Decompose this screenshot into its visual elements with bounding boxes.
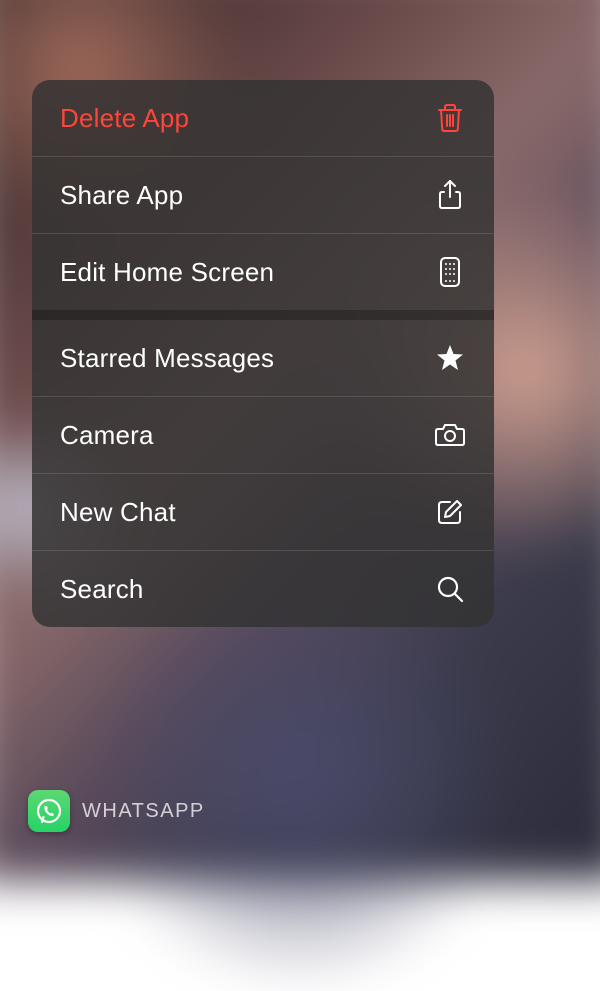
star-icon (434, 342, 466, 374)
menu-item-label: Camera (60, 420, 154, 451)
menu-item-search[interactable]: Search (32, 551, 494, 627)
menu-item-share-app[interactable]: Share App (32, 157, 494, 234)
whatsapp-icon (28, 790, 70, 832)
trash-icon (434, 102, 466, 134)
menu-item-new-chat[interactable]: New Chat (32, 474, 494, 551)
search-icon (434, 573, 466, 605)
share-icon (434, 179, 466, 211)
home-screen-icon (434, 256, 466, 288)
menu-item-camera[interactable]: Camera (32, 397, 494, 474)
menu-item-starred-messages[interactable]: Starred Messages (32, 320, 494, 397)
app-name: WHATSAPP (82, 800, 205, 823)
camera-icon (434, 419, 466, 451)
menu-item-label: Starred Messages (60, 343, 274, 374)
menu-item-label: Delete App (60, 103, 189, 134)
compose-icon (434, 496, 466, 528)
menu-item-label: New Chat (60, 497, 176, 528)
menu-item-delete-app[interactable]: Delete App (32, 80, 494, 157)
section-divider (32, 310, 494, 320)
app-label[interactable]: WHATSAPP (28, 790, 205, 832)
menu-item-label: Share App (60, 180, 183, 211)
menu-item-edit-home-screen[interactable]: Edit Home Screen (32, 234, 494, 310)
menu-item-label: Search (60, 574, 144, 605)
menu-item-label: Edit Home Screen (60, 257, 274, 288)
context-menu: Delete App Share App Edit Home Screen (32, 80, 494, 627)
